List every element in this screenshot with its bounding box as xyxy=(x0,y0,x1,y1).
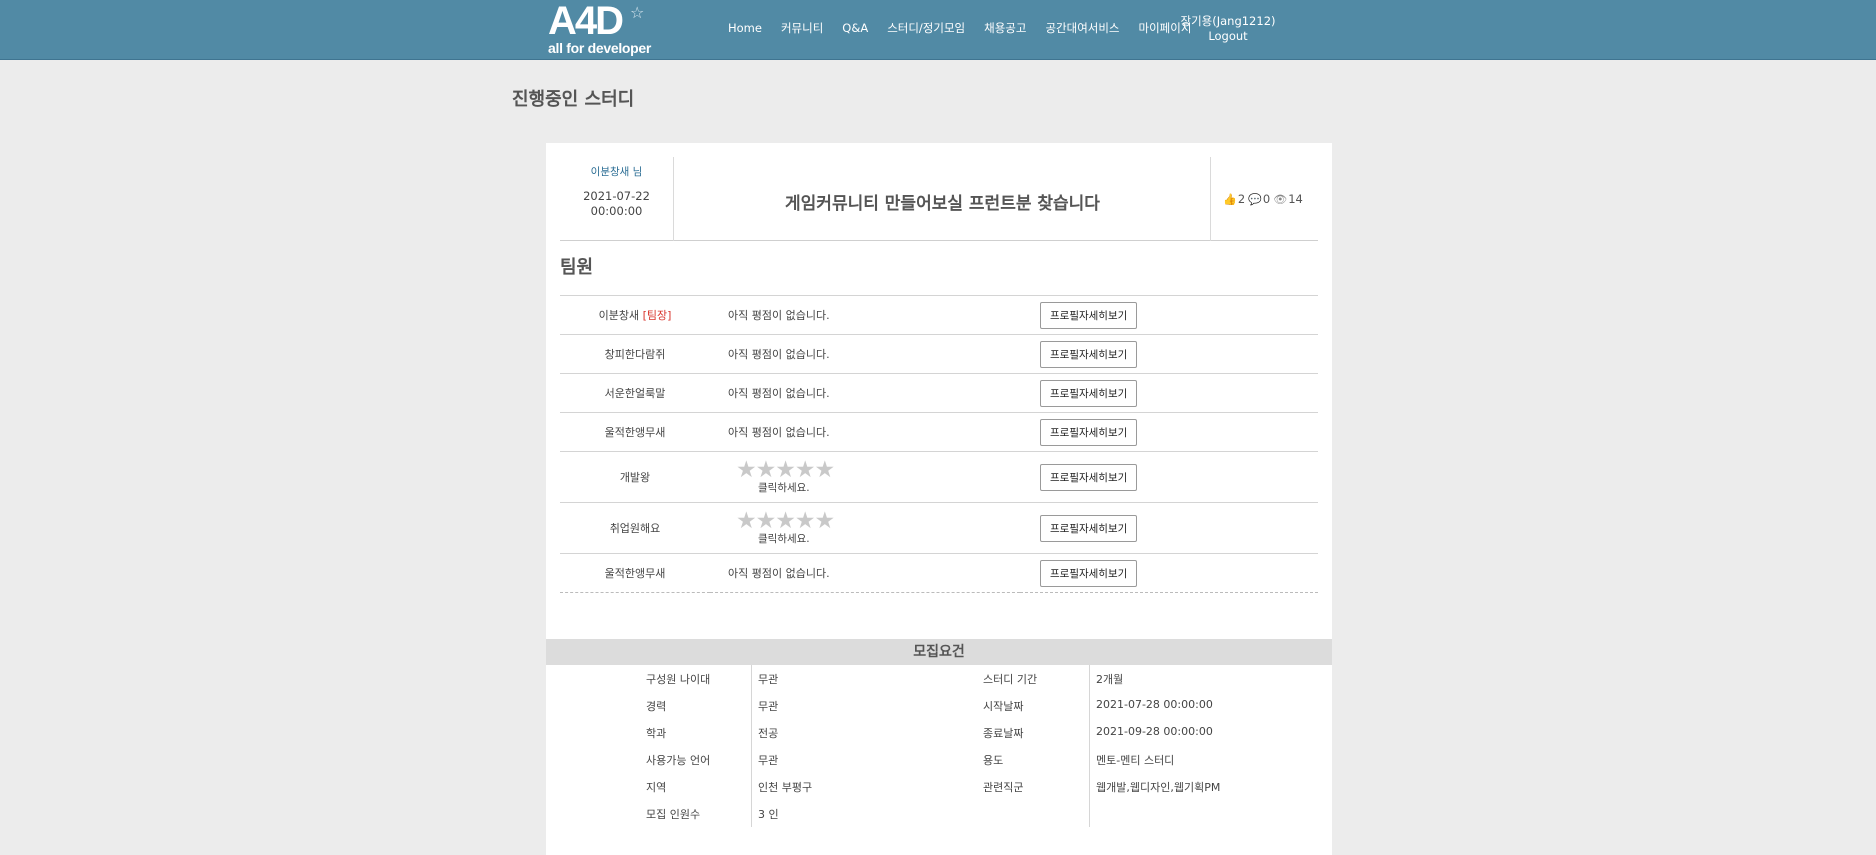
post-title: 게임커뮤니티 만들어보실 프런트분 찾습니다 xyxy=(785,194,1100,214)
a4d-logo[interactable]: A4D all for developer ☆ xyxy=(548,0,651,56)
team-heading: 팀원 xyxy=(560,257,594,278)
requirement-row: 경력 무관 시작날짜 2021-07-28 00:00:00 xyxy=(546,692,1332,719)
rating-cell: ★★★★★ 클릭하세요. xyxy=(710,502,1020,554)
nav-jobs[interactable]: 채용공고 xyxy=(984,20,1026,36)
view-profile-button[interactable]: 프로필자세히보기 xyxy=(1040,379,1138,407)
requirement-label: 스터디 기간 xyxy=(983,673,1038,686)
view-count: 14 xyxy=(1288,192,1303,206)
requirements-heading: 모집요건 xyxy=(546,639,1332,665)
requirement-label: 지역 xyxy=(646,781,667,794)
post-date: 2021-07-22 00:00:00 xyxy=(560,189,673,219)
leader-tag: [팀장] xyxy=(642,309,672,322)
table-row: 취업원해요 ★★★★★ 클릭하세요. 프로필자세히보기 xyxy=(560,502,1318,554)
requirement-row: 지역 인천 부평구 관련직군 웹개발,웹디자인,웹기획PM xyxy=(546,773,1332,800)
requirement-label: 학과 xyxy=(646,727,667,740)
table-row: 울적한앵무새 아직 평점이 없습니다. 프로필자세히보기 xyxy=(560,553,1318,593)
nav-community[interactable]: 커뮤니티 xyxy=(781,20,823,36)
requirement-value: 무관 xyxy=(758,700,779,713)
requirement-value: 인천 부평구 xyxy=(758,781,813,794)
member-name-cell: 이분창새 [팀장] xyxy=(560,295,710,335)
click-hint: 클릭하세요. xyxy=(758,532,810,545)
post-header: 이분창새 님 2021-07-22 00:00:00 게임커뮤니티 만들어보실 … xyxy=(560,157,1318,241)
requirement-value: 3 인 xyxy=(758,808,779,821)
rating-cell: ★★★★★ 클릭하세요. xyxy=(710,451,1020,503)
no-rating-text: 아직 평점이 없습니다. xyxy=(710,373,1020,413)
team-member-table: 이분창새 [팀장] 아직 평점이 없습니다. 프로필자세히보기 창피한다람쥐 아… xyxy=(560,295,1318,593)
requirement-label: 관련직군 xyxy=(983,781,1024,794)
no-rating-text: 아직 평점이 없습니다. xyxy=(710,553,1020,593)
no-rating-text: 아직 평점이 없습니다. xyxy=(710,295,1020,335)
page-title: 진행중인 스터디 xyxy=(512,89,635,110)
requirement-value: 2021-07-28 00:00:00 xyxy=(1096,698,1213,711)
member-name: 울적한앵무새 xyxy=(560,412,710,452)
requirement-value: 2021-09-28 00:00:00 xyxy=(1096,725,1213,738)
sparkle-icon: ☆ xyxy=(630,3,645,22)
nav-qna[interactable]: Q&A xyxy=(842,21,868,35)
author-name[interactable]: 이분창새 님 xyxy=(560,164,673,179)
view-profile-button[interactable]: 프로필자세히보기 xyxy=(1040,559,1138,587)
thumbs-up-icon[interactable]: 👍 xyxy=(1223,193,1237,206)
post-date-day: 2021-07-22 xyxy=(583,189,650,203)
table-row: 창피한다람쥐 아직 평점이 없습니다. 프로필자세히보기 xyxy=(560,334,1318,374)
post-stats: 👍 2 💬 0 👁 14 xyxy=(1210,157,1318,241)
table-row: 서운한얼룩말 아직 평점이 없습니다. 프로필자세히보기 xyxy=(560,373,1318,413)
requirement-label: 시작날짜 xyxy=(983,700,1024,713)
requirement-value: 무관 xyxy=(758,754,779,767)
star-rating-input[interactable]: ★★★★★ xyxy=(728,458,1020,481)
no-rating-text: 아직 평점이 없습니다. xyxy=(710,412,1020,452)
requirement-label: 모집 인원수 xyxy=(646,808,701,821)
logo-subtitle: all for developer xyxy=(548,40,652,56)
like-count: 2 xyxy=(1237,192,1246,206)
table-row: 개발왕 ★★★★★ 클릭하세요. 프로필자세히보기 xyxy=(560,451,1318,503)
top-navigation-bar: A4D all for developer ☆ Home 커뮤니티 Q&A 스터… xyxy=(0,0,1876,60)
view-profile-button[interactable]: 프로필자세히보기 xyxy=(1040,463,1138,491)
post-date-time: 00:00:00 xyxy=(590,204,643,218)
member-name: 울적한앵무새 xyxy=(560,553,710,593)
table-row: 이분창새 [팀장] 아직 평점이 없습니다. 프로필자세히보기 xyxy=(560,295,1318,335)
requirement-row: 학과 전공 종료날짜 2021-09-28 00:00:00 xyxy=(546,719,1332,746)
requirement-value: 웹개발,웹디자인,웹기획PM xyxy=(1096,781,1221,794)
requirements-grid: 구성원 나이대 무관 스터디 기간 2개월 경력 무관 시작날짜 2021-07… xyxy=(546,665,1332,827)
member-name: 개발왕 xyxy=(560,451,710,503)
author-info: 이분창새 님 2021-07-22 00:00:00 xyxy=(560,157,674,241)
requirement-row: 사용가능 언어 무관 용도 멘토-멘티 스터디 xyxy=(546,746,1332,773)
requirement-label: 사용가능 언어 xyxy=(646,754,711,767)
table-row: 울적한앵무새 아직 평점이 없습니다. 프로필자세히보기 xyxy=(560,412,1318,452)
eye-icon: 👁 xyxy=(1273,192,1288,206)
view-profile-button[interactable]: 프로필자세히보기 xyxy=(1040,418,1138,446)
view-profile-button[interactable]: 프로필자세히보기 xyxy=(1040,340,1138,368)
requirement-label: 구성원 나이대 xyxy=(646,673,711,686)
requirement-label: 용도 xyxy=(983,754,1004,767)
nav-space-rental[interactable]: 공간대여서비스 xyxy=(1045,20,1119,36)
main-nav: Home 커뮤니티 Q&A 스터디/정기모임 채용공고 공간대여서비스 마이페이… xyxy=(728,20,1210,36)
requirement-value: 전공 xyxy=(758,727,779,740)
requirement-row: 구성원 나이대 무관 스터디 기간 2개월 xyxy=(546,665,1332,692)
requirement-label: 경력 xyxy=(646,700,667,713)
user-box: 장기용(Jang1212) Logout xyxy=(1180,14,1276,44)
requirement-label: 종료날짜 xyxy=(983,727,1024,740)
view-profile-button[interactable]: 프로필자세히보기 xyxy=(1040,514,1138,542)
study-detail-card: 이분창새 님 2021-07-22 00:00:00 게임커뮤니티 만들어보실 … xyxy=(546,143,1332,855)
requirement-value: 무관 xyxy=(758,673,779,686)
nav-home[interactable]: Home xyxy=(728,21,762,35)
nav-study[interactable]: 스터디/정기모임 xyxy=(887,20,965,36)
requirement-value: 멘토-멘티 스터디 xyxy=(1096,754,1175,767)
member-name: 취업원해요 xyxy=(560,502,710,554)
star-rating-input[interactable]: ★★★★★ xyxy=(728,509,1020,532)
member-name: 창피한다람쥐 xyxy=(560,334,710,374)
logout-link[interactable]: Logout xyxy=(1180,29,1276,44)
no-rating-text: 아직 평점이 없습니다. xyxy=(710,334,1020,374)
click-hint: 클릭하세요. xyxy=(758,481,810,494)
requirement-value: 2개월 xyxy=(1096,673,1124,686)
comment-icon: 💬 xyxy=(1248,192,1262,206)
comment-count: 0 xyxy=(1262,192,1271,206)
requirement-row: 모집 인원수 3 인 xyxy=(546,800,1332,827)
user-name[interactable]: 장기용(Jang1212) xyxy=(1180,14,1276,29)
member-name: 서운한얼룩말 xyxy=(560,373,710,413)
member-name: 이분창새 xyxy=(598,309,640,322)
view-profile-button[interactable]: 프로필자세히보기 xyxy=(1040,301,1138,329)
